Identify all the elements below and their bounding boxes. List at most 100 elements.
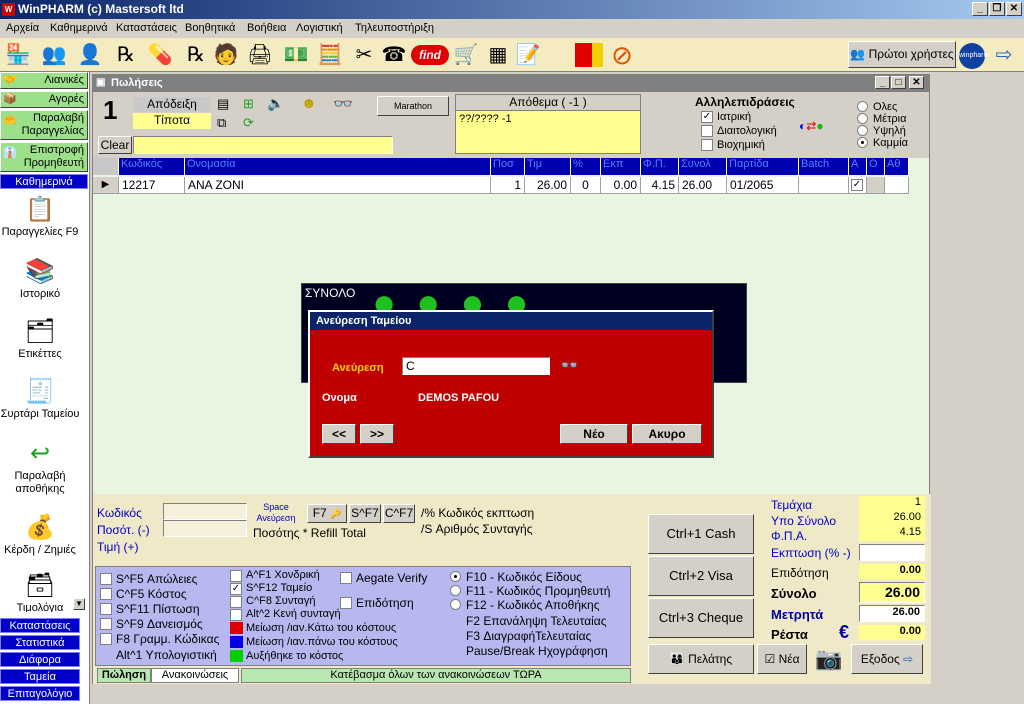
add-icon[interactable]: ⊞ xyxy=(243,96,254,112)
loan-checkbox[interactable] xyxy=(100,618,112,630)
child-close-icon[interactable]: ✕ xyxy=(909,76,924,89)
sidebar-item-labels[interactable]: 🗂 Ετικέττες xyxy=(0,316,80,360)
menu-item-files[interactable]: Αρχεία xyxy=(6,22,39,34)
visa-button[interactable]: Ctrl+2 Visa xyxy=(648,556,754,596)
cost-checkbox[interactable] xyxy=(100,588,112,600)
medical-checkbox[interactable]: ✓ xyxy=(701,111,713,123)
phone-icon[interactable]: ☎ xyxy=(380,41,408,69)
menu-item-telesupport[interactable]: Τηλευποστήριξη xyxy=(355,22,434,34)
minimize-icon[interactable]: _ xyxy=(972,2,988,16)
no-entry-icon[interactable]: ⊘ xyxy=(608,41,636,69)
row-selector-icon[interactable]: ▶ xyxy=(93,177,119,194)
dietary-checkbox[interactable] xyxy=(701,125,713,137)
clear-input[interactable] xyxy=(133,136,393,154)
cell-a[interactable]: ✓ xyxy=(849,177,867,194)
medicine-icon[interactable]: 💊 xyxy=(146,41,174,69)
tab-announcements[interactable]: Ανακοινώσεις xyxy=(151,668,239,683)
printer-icon[interactable]: 🖨 xyxy=(246,41,274,69)
calculator-icon[interactable]: 🧮 xyxy=(316,41,344,69)
sidebar-item-retail[interactable]: 🤝 Λιανικές xyxy=(0,72,88,89)
warehouse-code-radio[interactable] xyxy=(450,599,461,610)
sidebar-item-invoices[interactable]: 🗃 Τιμολόγια xyxy=(0,570,80,612)
cell-batch[interactable] xyxy=(799,177,849,194)
cell-price[interactable]: 26.00 xyxy=(525,177,571,194)
menu-item-utilities[interactable]: Βοηθητικά xyxy=(185,22,235,34)
col-name[interactable]: Ονομασία xyxy=(185,158,491,175)
f7-button[interactable]: F7 🔑 xyxy=(307,504,347,523)
cell-pct[interactable]: 0 xyxy=(571,177,601,194)
restore-icon[interactable]: ❐ xyxy=(989,2,1005,16)
cash-button[interactable]: Ctrl+1 Cash xyxy=(648,514,754,554)
cell-o[interactable] xyxy=(867,177,885,194)
empty-prescription-checkbox[interactable] xyxy=(230,609,242,621)
sidebar-section-statistics[interactable]: Στατιστικά xyxy=(0,635,80,650)
dialog-next-button[interactable]: >> xyxy=(360,424,394,444)
discount-input[interactable] xyxy=(859,544,925,561)
menu-item-daily[interactable]: Καθημερινά xyxy=(50,22,108,34)
pharmacist-icon[interactable]: 🧑 xyxy=(212,41,240,69)
sidebar-item-warehouse-receipt[interactable]: ↩ Παραλαβή αποθήκης xyxy=(0,438,80,496)
cf7-button[interactable]: C^F7 xyxy=(383,504,415,523)
cheque-button[interactable]: Ctrl+3 Cheque xyxy=(648,598,754,638)
download-announcements-bar[interactable]: Κατέβασμα όλων των ανακοινώσεων ΤΩΡΑ xyxy=(241,668,631,683)
sidebar-item-cash-drawer[interactable]: 🧾 Συρτάρι Ταμείου xyxy=(0,376,80,420)
supplier-code-radio[interactable] xyxy=(450,585,461,596)
cash-value[interactable]: 26.00 xyxy=(859,605,925,622)
sidebar-item-supplier-return[interactable]: 👔 Επιστροφή Προμηθευτή xyxy=(0,142,88,172)
cell-code[interactable]: 12217 xyxy=(119,177,185,194)
menu-item-help[interactable]: Βοήθεια xyxy=(247,22,286,34)
col-fp[interactable]: Φ.Π. xyxy=(641,158,679,175)
dialog-prev-button[interactable]: << xyxy=(322,424,356,444)
cell-total[interactable]: 26.00 xyxy=(679,177,727,194)
level-medium-radio[interactable] xyxy=(857,113,868,124)
list-icon[interactable]: ▤ xyxy=(217,96,229,112)
cell-a-checkbox[interactable]: ✓ xyxy=(851,179,863,191)
subsidy-checkbox[interactable] xyxy=(340,597,352,609)
users-icon[interactable]: 👥 xyxy=(40,41,68,69)
sidebar-section-cashboxes[interactable]: Ταμεία xyxy=(0,669,80,684)
dialog-glasses-icon[interactable]: 👓 xyxy=(560,356,579,374)
level-none-radio[interactable] xyxy=(857,137,868,148)
marathon-button[interactable]: Marathon xyxy=(377,96,449,116)
sidebar-section-reports[interactable]: Καταστάσεις xyxy=(0,618,80,633)
cell-name[interactable]: ANA ZONI xyxy=(185,177,491,194)
book-icon[interactable] xyxy=(575,43,603,67)
smiley-icon[interactable]: ☻ xyxy=(301,95,317,112)
sidebar-item-purchases[interactable]: 📦 Αγορές xyxy=(0,91,88,108)
menu-item-reports[interactable]: Καταστάσεις xyxy=(116,22,177,34)
col-pct[interactable]: % xyxy=(571,158,601,175)
sidebar-item-orders[interactable]: 📋 Παραγγελίες F9 xyxy=(0,194,80,238)
cell-fp[interactable]: 4.15 xyxy=(641,177,679,194)
cart-icon[interactable]: 🛒 xyxy=(452,41,480,69)
exit-door-icon[interactable]: ⇨ xyxy=(990,41,1018,69)
child-maximize-icon[interactable]: □ xyxy=(891,76,906,89)
dialog-search-input[interactable]: C xyxy=(402,357,550,375)
col-ath[interactable]: Αθ xyxy=(885,158,909,175)
cell-lot[interactable]: 01/2065 xyxy=(727,177,799,194)
code-input[interactable] xyxy=(163,503,247,520)
level-all-radio[interactable] xyxy=(857,101,868,112)
table-row[interactable]: ▶ 12217 ANA ZONI 1 26.00 0 0.00 4.15 26.… xyxy=(93,177,909,194)
sidebar-section-misc[interactable]: Διάφορα xyxy=(0,652,80,667)
col-o[interactable]: Ο xyxy=(867,158,885,175)
child-minimize-icon[interactable]: _ xyxy=(875,76,890,89)
customer-button[interactable]: 👨‍👩‍👦 Πελάτης xyxy=(648,644,754,674)
barcode-checkbox[interactable] xyxy=(100,633,112,645)
level-high-radio[interactable] xyxy=(857,125,868,136)
col-disc[interactable]: Εκπ xyxy=(601,158,641,175)
menu-item-accounting[interactable]: Λογιστική xyxy=(296,22,343,34)
sound-icon[interactable]: 🔈 xyxy=(267,95,284,112)
doctor-icon[interactable]: 👤 xyxy=(76,41,104,69)
losses-checkbox[interactable] xyxy=(100,573,112,585)
sidebar-scroll-down-icon[interactable]: ▼ xyxy=(73,598,85,610)
rx-icon[interactable]: ℞ xyxy=(182,41,210,69)
scissors-icon[interactable]: ✂ xyxy=(350,41,378,69)
cell-disc[interactable]: 0.00 xyxy=(601,177,641,194)
tab-sale[interactable]: Πώληση xyxy=(97,668,151,683)
notes-icon[interactable]: 📝 xyxy=(514,41,542,69)
new-sale-button[interactable]: ☑ Νέα xyxy=(757,644,807,674)
pharmacy-icon[interactable]: 🏪 xyxy=(4,41,32,69)
wholesale-checkbox[interactable] xyxy=(230,570,242,582)
cashbox-checkbox[interactable]: ✓ xyxy=(230,583,242,595)
first-users-button[interactable]: 👥 Πρώτοι χρήστες xyxy=(848,41,956,68)
